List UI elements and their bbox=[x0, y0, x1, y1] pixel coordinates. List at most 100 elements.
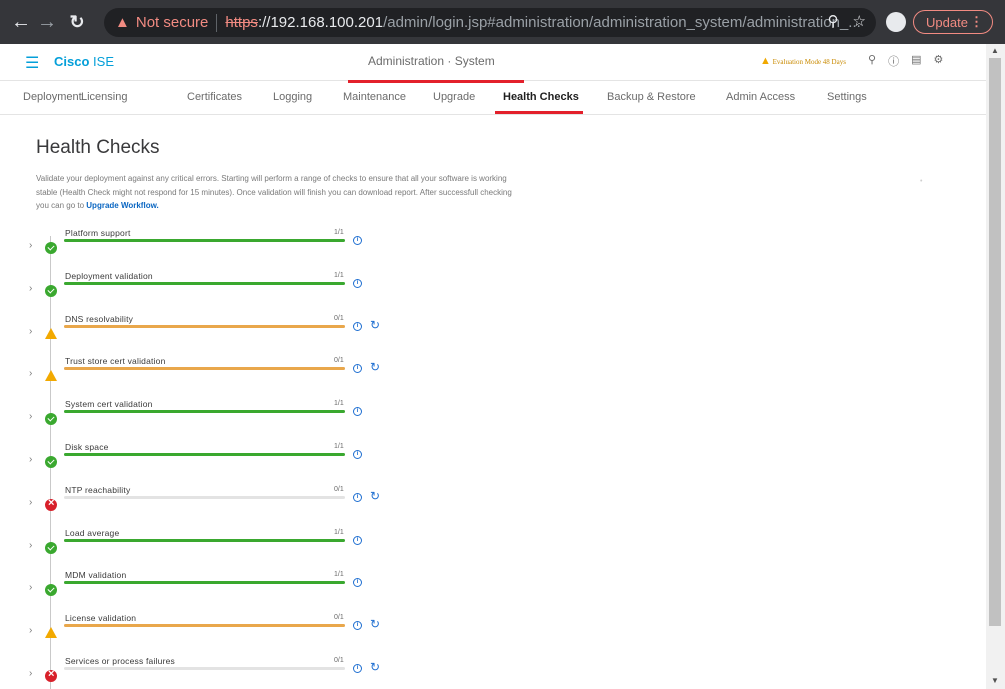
info-icon[interactable]: i bbox=[353, 364, 362, 374]
refresh-icon[interactable]: ↻ bbox=[370, 360, 380, 374]
progress-fill bbox=[64, 367, 345, 371]
url-host: ://192.168.100.201 bbox=[257, 14, 384, 31]
refresh-icon[interactable]: ↻ bbox=[370, 318, 380, 332]
check-count: 0/1 bbox=[334, 485, 344, 493]
brand-logo[interactable]: Cisco ISE bbox=[54, 54, 114, 69]
warning-icon: ▲ bbox=[115, 14, 130, 31]
progress-bar bbox=[64, 538, 345, 542]
expand-chevron-icon[interactable]: › bbox=[29, 283, 32, 294]
tab-deployment[interactable]: Deployment bbox=[23, 91, 82, 103]
back-arrow-icon[interactable]: ← bbox=[8, 11, 34, 34]
info-icon[interactable]: i bbox=[353, 621, 362, 631]
bookmark-star-icon[interactable]: ☆ bbox=[853, 12, 866, 30]
progress-bar bbox=[64, 367, 345, 371]
status-ok-icon bbox=[45, 242, 57, 254]
forward-arrow-icon[interactable]: → bbox=[34, 11, 60, 34]
scroll-down-arrow-icon[interactable]: ▼ bbox=[991, 676, 999, 685]
expand-chevron-icon[interactable]: › bbox=[29, 625, 32, 636]
help-icon[interactable]: ⓘ bbox=[888, 53, 899, 69]
health-check-row[interactable]: › System cert validation 1/1 i bbox=[0, 399, 520, 442]
info-icon[interactable]: i bbox=[353, 278, 362, 288]
reload-icon[interactable]: ↻ bbox=[64, 12, 90, 33]
refresh-icon[interactable]: ↻ bbox=[370, 489, 380, 503]
update-button[interactable]: Update ⋮ bbox=[913, 10, 993, 34]
dashboard-icon[interactable]: ▤ bbox=[911, 53, 921, 69]
not-secure-label: Not secure bbox=[135, 14, 209, 31]
expand-chevron-icon[interactable]: › bbox=[29, 540, 32, 551]
profile-avatar[interactable] bbox=[886, 12, 906, 32]
expand-chevron-icon[interactable]: › bbox=[29, 240, 32, 251]
info-icon[interactable]: i bbox=[353, 321, 362, 331]
progress-fill bbox=[64, 538, 345, 542]
health-check-row[interactable]: › NTP reachability 0/1 i ↻ bbox=[0, 485, 520, 528]
health-check-row[interactable]: › Load average 1/1 i bbox=[0, 528, 520, 571]
page-description: Validate your deployment against any cri… bbox=[36, 172, 516, 213]
tab-logging[interactable]: Logging bbox=[273, 91, 312, 103]
tab-maintenance[interactable]: Maintenance bbox=[343, 91, 406, 103]
tab-upgrade[interactable]: Upgrade bbox=[433, 91, 475, 103]
health-check-row[interactable]: › Services or process failures 0/1 i ↻ bbox=[0, 656, 520, 689]
health-check-row[interactable]: › Deployment validation 1/1 i bbox=[0, 271, 520, 314]
page-content: ☰ Cisco ISE Administration · System ▲ Ev… bbox=[0, 44, 986, 689]
health-check-row[interactable]: › License validation 0/1 i ↻ bbox=[0, 613, 520, 656]
update-label: Update bbox=[926, 14, 968, 30]
gear-icon[interactable]: ⚙ bbox=[933, 53, 943, 69]
tab-health-checks[interactable]: Health Checks bbox=[503, 91, 579, 103]
check-count: 1/1 bbox=[334, 400, 344, 408]
scrollbar[interactable]: ▲ ▼ bbox=[986, 44, 1005, 689]
status-warn-icon bbox=[45, 627, 57, 639]
tab-certificates[interactable]: Certificates bbox=[187, 91, 242, 103]
info-icon[interactable]: i bbox=[353, 578, 362, 588]
info-icon[interactable]: i bbox=[353, 450, 362, 459]
info-icon[interactable]: i bbox=[353, 664, 362, 673]
health-check-row[interactable]: › Platform support 1/1 i bbox=[0, 228, 520, 271]
brand-product: ISE bbox=[93, 54, 114, 69]
evaluation-badge[interactable]: ▲ Evaluation Mode 48 Days bbox=[760, 55, 846, 67]
info-icon[interactable]: i bbox=[353, 492, 362, 502]
progress-fill bbox=[64, 581, 345, 585]
health-check-row[interactable]: › Disk space 1/1 i bbox=[0, 442, 520, 485]
health-check-row[interactable]: › MDM validation 1/1 i bbox=[0, 570, 520, 613]
tab-admin-access[interactable]: Admin Access bbox=[726, 91, 795, 103]
expand-chevron-icon[interactable]: › bbox=[29, 368, 32, 379]
status-fail-icon bbox=[45, 497, 57, 511]
menu-dots-icon: ⋮ bbox=[970, 14, 983, 29]
check-name-deployment-validation: Deployment validation bbox=[65, 270, 153, 281]
expand-chevron-icon[interactable]: › bbox=[29, 497, 32, 508]
url-scheme: https bbox=[225, 14, 258, 31]
tab-backup-restore[interactable]: Backup & Restore bbox=[607, 91, 696, 103]
health-check-row[interactable]: › Trust store cert validation 0/1 i ↻ bbox=[0, 356, 520, 399]
evaluation-text: Evaluation Mode 48 Days bbox=[772, 58, 846, 66]
expand-chevron-icon[interactable]: › bbox=[29, 668, 32, 679]
refresh-icon[interactable]: ↻ bbox=[370, 660, 380, 674]
check-name-ntp-reachability: NTP reachability bbox=[65, 484, 131, 495]
expand-chevron-icon[interactable]: › bbox=[29, 582, 32, 593]
tab-licensing[interactable]: Licensing bbox=[81, 91, 127, 103]
progress-bar bbox=[64, 624, 345, 628]
status-ok-icon bbox=[45, 284, 57, 297]
upgrade-workflow-link[interactable]: Upgrade Workflow. bbox=[86, 201, 158, 210]
status-ok-icon bbox=[45, 541, 57, 554]
page-title: Health Checks bbox=[36, 137, 160, 158]
expand-chevron-icon[interactable]: › bbox=[29, 411, 32, 422]
zoom-icon[interactable]: ⚲ bbox=[828, 12, 839, 30]
info-icon[interactable]: i bbox=[353, 407, 362, 417]
expand-chevron-icon[interactable]: › bbox=[29, 454, 32, 465]
check-name-dns-resolvability: DNS resolvability bbox=[65, 313, 134, 324]
scroll-up-arrow-icon[interactable]: ▲ bbox=[991, 46, 999, 55]
scrollbar-thumb[interactable] bbox=[989, 58, 1001, 626]
tab-settings[interactable]: Settings bbox=[827, 91, 867, 103]
address-bar[interactable]: ▲ Not secure https://192.168.100.201/adm… bbox=[104, 8, 876, 37]
progress-bar bbox=[64, 281, 345, 285]
refresh-icon[interactable]: ↻ bbox=[370, 617, 380, 631]
info-icon[interactable]: i bbox=[353, 236, 362, 245]
status-warn-icon bbox=[45, 327, 57, 339]
health-check-row[interactable]: › DNS resolvability 0/1 i ↻ bbox=[0, 314, 520, 357]
expand-chevron-icon[interactable]: › bbox=[29, 326, 32, 337]
progress-bar bbox=[64, 239, 345, 242]
info-icon[interactable]: i bbox=[353, 535, 362, 545]
search-icon[interactable]: ⚲ bbox=[868, 53, 876, 69]
hamburger-menu-icon[interactable]: ☰ bbox=[25, 53, 39, 73]
active-tab-indicator bbox=[495, 111, 583, 114]
health-check-list: › Platform support 1/1 i › Deployment validat… bbox=[0, 228, 520, 689]
